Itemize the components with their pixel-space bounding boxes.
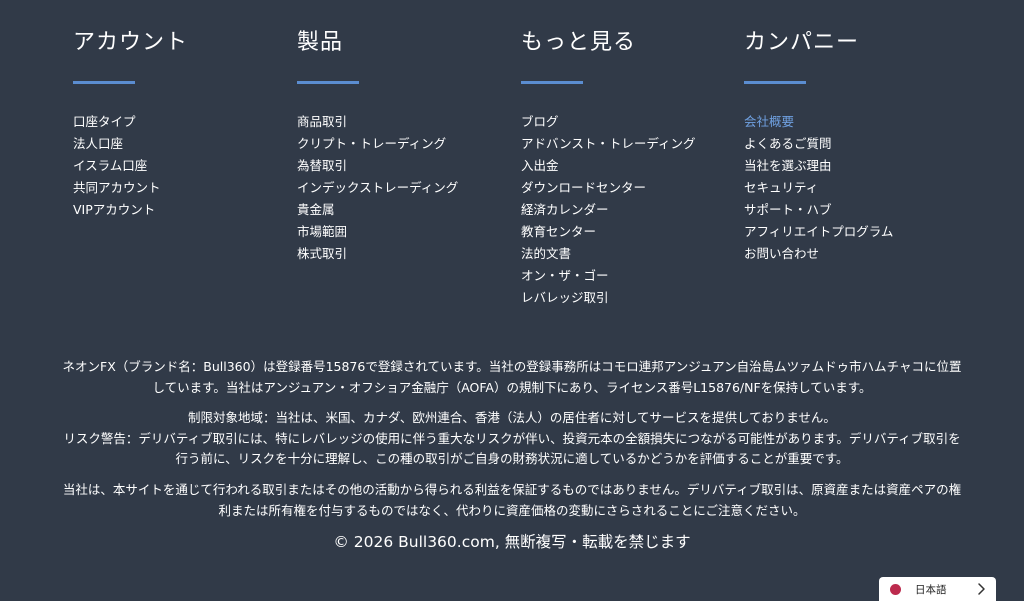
- footer-column-account: アカウント 口座タイプ 法人口座 イスラム口座 共同アカウント VIPアカウント: [73, 28, 293, 217]
- footer-link-education-center[interactable]: 教育センター: [521, 221, 696, 243]
- footer-link-crypto-trading[interactable]: クリプト・トレーディング: [297, 133, 458, 155]
- copyright-notice: © 2026 Bull360.com, 無断複写・転載を禁じます: [333, 533, 691, 551]
- footer-link-legal-documents[interactable]: 法的文書: [521, 243, 696, 265]
- footer-link-contact-us[interactable]: お問い合わせ: [744, 243, 893, 265]
- column-underline: [297, 81, 359, 84]
- japan-flag-icon: [890, 583, 901, 595]
- column-underline: [744, 81, 806, 84]
- footer-column-company: カンパニー 会社概要 よくあるご質問 当社を選ぶ理由 セキュリティ サポート・ハ…: [744, 28, 964, 261]
- footer-link-stock-trading[interactable]: 株式取引: [297, 243, 458, 265]
- footer-link-forex-trading[interactable]: 為替取引: [297, 155, 458, 177]
- footer-link-on-the-go[interactable]: オン・ザ・ゴー: [521, 265, 696, 287]
- footer-link-corporate-account[interactable]: 法人口座: [73, 133, 161, 155]
- chevron-right-icon: [978, 583, 985, 595]
- footer-link-vip-account[interactable]: VIPアカウント: [73, 199, 161, 221]
- footer-link-affiliate-program[interactable]: アフィリエイトプログラム: [744, 221, 893, 243]
- footer-link-leverage-trading[interactable]: レバレッジ取引: [521, 287, 696, 309]
- column-links-products: 商品取引 クリプト・トレーディング 為替取引 インデックストレーディング 貴金属…: [297, 111, 458, 265]
- footer-link-economic-calendar[interactable]: 経済カレンダー: [521, 199, 696, 221]
- footer-link-download-center[interactable]: ダウンロードセンター: [521, 177, 696, 199]
- footer-link-blog[interactable]: ブログ: [521, 111, 696, 133]
- column-links-account: 口座タイプ 法人口座 イスラム口座 共同アカウント VIPアカウント: [73, 111, 161, 221]
- restricted-regions-paragraph: 制限対象地域：当社は、米国、カナダ、欧州連合、香港（法人）の居住者に対してサービ…: [188, 410, 836, 425]
- footer-column-products: 製品 商品取引 クリプト・トレーディング 為替取引 インデックストレーディング …: [297, 28, 517, 261]
- footer-columns: アカウント 口座タイプ 法人口座 イスラム口座 共同アカウント VIPアカウント…: [73, 28, 973, 318]
- footer-link-support-hub[interactable]: サポート・ハブ: [744, 199, 893, 221]
- legal-risk-block: 制限対象地域：当社は、米国、カナダ、欧州連合、香港（法人）の居住者に対してサービ…: [60, 408, 964, 470]
- disclaimer-paragraph: 当社は、本サイトを通じて行われる取引またはその他の活動から得られる利益を保証する…: [62, 482, 962, 518]
- column-underline: [521, 81, 583, 84]
- footer-link-joint-account[interactable]: 共同アカウント: [73, 177, 161, 199]
- registration-paragraph: ネオンFX（ブランド名：Bull360）は登録番号15876で登録されています。…: [62, 359, 962, 395]
- footer-link-why-choose-us[interactable]: 当社を選ぶ理由: [744, 155, 893, 177]
- footer-link-faq[interactable]: よくあるご質問: [744, 133, 893, 155]
- column-title-products: 製品: [297, 30, 344, 55]
- footer-link-index-trading[interactable]: インデックストレーディング: [297, 177, 458, 199]
- column-links-company: 会社概要 よくあるご質問 当社を選ぶ理由 セキュリティ サポート・ハブ アフィリ…: [744, 111, 893, 265]
- risk-warning-paragraph: リスク警告：デリバティブ取引には、特にレバレッジの使用に伴う重大なリスクが伴い、…: [63, 430, 961, 467]
- legal-registration-text: ネオンFX（ブランド名：Bull360）は登録番号15876で登録されています。…: [60, 357, 964, 398]
- footer-link-advanced-trading[interactable]: アドバンスト・トレーディング: [521, 133, 696, 155]
- footer-link-commodities[interactable]: 商品取引: [297, 111, 458, 133]
- footer-link-about-us[interactable]: 会社概要: [744, 111, 893, 133]
- column-underline: [73, 81, 135, 84]
- language-label: 日本語: [915, 583, 947, 596]
- column-title-more: もっと見る: [521, 30, 637, 55]
- footer-column-more: もっと見る ブログ アドバンスト・トレーディング 入出金 ダウンロードセンター …: [521, 28, 741, 305]
- footer-link-security[interactable]: セキュリティ: [744, 177, 893, 199]
- footer-link-islamic-account[interactable]: イスラム口座: [73, 155, 161, 177]
- footer-link-market-range[interactable]: 市場範囲: [297, 221, 458, 243]
- footer-link-precious-metals[interactable]: 貴金属: [297, 199, 458, 221]
- column-title-account: アカウント: [73, 30, 189, 55]
- language-selector[interactable]: 日本語: [879, 577, 996, 601]
- legal-disclaimer-text: 当社は、本サイトを通じて行われる取引またはその他の活動から得られる利益を保証する…: [60, 480, 964, 521]
- column-title-company: カンパニー: [744, 30, 860, 55]
- footer-link-deposits-withdrawals[interactable]: 入出金: [521, 155, 696, 177]
- footer-link-account-types[interactable]: 口座タイプ: [73, 111, 161, 133]
- column-links-more: ブログ アドバンスト・トレーディング 入出金 ダウンロードセンター 経済カレンダ…: [521, 111, 696, 309]
